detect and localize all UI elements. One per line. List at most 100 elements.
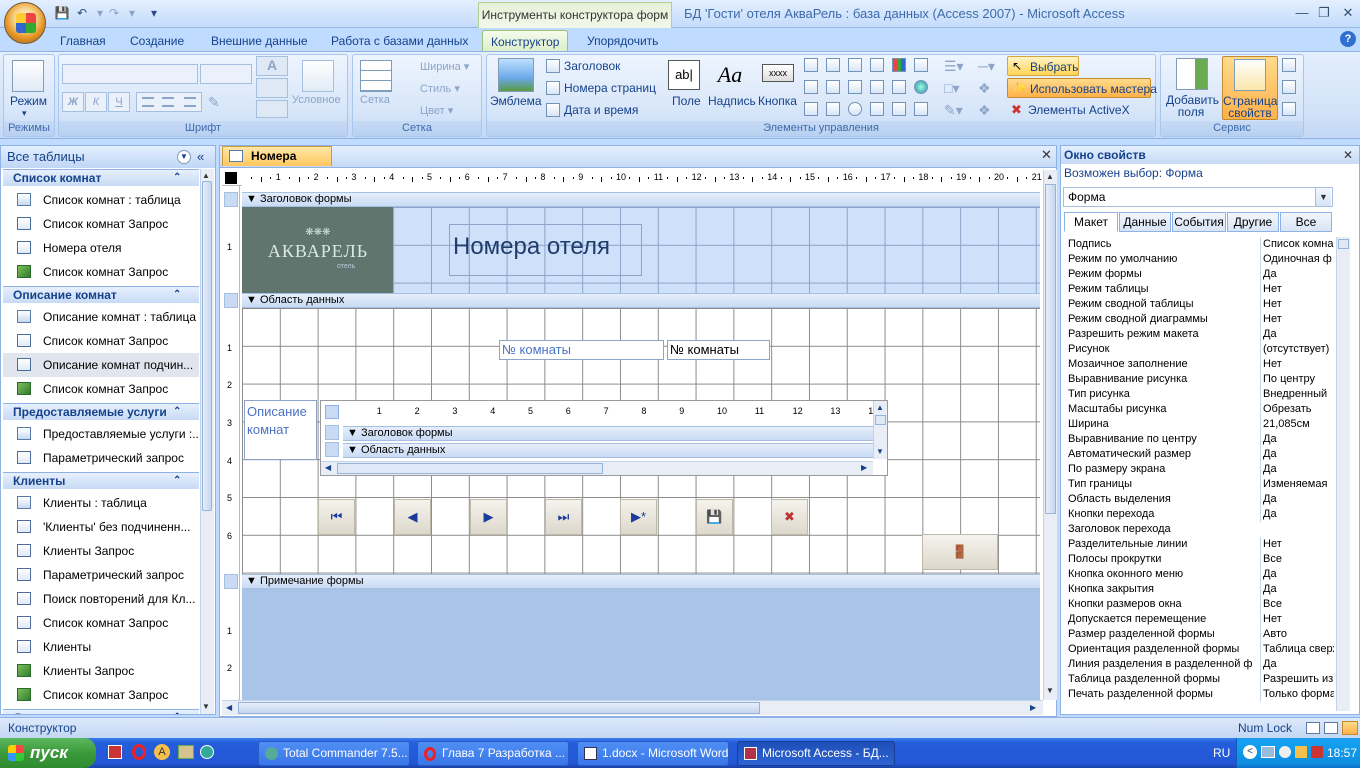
page-numbers-label[interactable]: Номера страниц [564, 81, 656, 95]
nav-group-header[interactable]: Описание комнат ⌃ [3, 286, 199, 303]
prop-tab-events[interactable]: События [1172, 212, 1226, 232]
paperclip-icon[interactable] [914, 102, 928, 116]
property-value[interactable]: Да [1260, 567, 1334, 582]
line-icon[interactable] [826, 58, 840, 72]
property-row[interactable]: По размеру экрана Да [1066, 462, 1334, 477]
nav-scroll-thumb[interactable] [202, 181, 212, 511]
property-row[interactable]: Допускается перемещение Нет [1066, 612, 1334, 627]
nav-group-header[interactable]: Предоставляемые услуги ⌃ [3, 403, 199, 420]
quicklaunch-app-icon[interactable] [108, 745, 122, 759]
nav-item[interactable]: Клиенты : таблица [3, 491, 199, 515]
property-value[interactable]: Да [1260, 462, 1334, 477]
nav-item[interactable]: Список комнат Запрос [3, 377, 199, 401]
help-icon[interactable]: ? [1340, 31, 1356, 47]
nav-item[interactable]: Список комнат Запрос [3, 260, 199, 284]
nav-item[interactable]: Параметрический запрос [3, 563, 199, 587]
header-button-label[interactable]: Заголовок [564, 59, 620, 73]
tab-external-data[interactable]: Внешние данные [203, 30, 316, 52]
property-value[interactable]: Да [1260, 507, 1334, 522]
line-color-icon[interactable] [256, 100, 288, 118]
form-footer-area[interactable] [242, 589, 1040, 700]
align-right-icon[interactable] [184, 97, 196, 107]
collapse-chevron-icon[interactable]: ⌃ [173, 287, 181, 303]
view-dropdown-icon[interactable]: ▾ [22, 108, 27, 119]
property-value[interactable]: Все [1260, 552, 1334, 567]
tab-order-icon[interactable] [1282, 58, 1296, 72]
form-selector[interactable] [225, 172, 237, 184]
start-button[interactable]: пуск [0, 738, 96, 768]
property-value[interactable]: Таблица сверх [1260, 642, 1334, 657]
property-scrollbar[interactable] [1336, 237, 1350, 711]
collapse-chevron-icon[interactable]: ⌃ [173, 710, 181, 714]
gridlines-icon[interactable] [360, 60, 392, 92]
redo-icon[interactable]: ↷ [106, 5, 122, 21]
save-record-button[interactable]: 💾 [696, 499, 733, 535]
button-button-label[interactable]: Кнопка [758, 94, 797, 108]
doc-vscroll-thumb[interactable] [1045, 184, 1056, 514]
font-name-combo[interactable] [62, 64, 198, 84]
page-break-icon[interactable] [914, 58, 928, 72]
field-button-label[interactable]: Поле [672, 94, 701, 108]
font-color-icon[interactable]: A [256, 56, 288, 76]
property-row[interactable]: Подпись Список комна [1066, 237, 1334, 252]
chart-icon[interactable] [892, 58, 906, 72]
nav-item[interactable]: Поиск повторений для Кл... [3, 587, 199, 611]
subform-vscroll-thumb[interactable] [875, 415, 886, 425]
subform-detail-bar[interactable]: ▼ Область данных [343, 443, 873, 458]
property-value[interactable]: Да [1260, 267, 1334, 282]
horizontal-ruler[interactable]: 1 2 3 4 5 6 7 8 9 10 11 12 13 14 15 16 17 18 19 20 21 [222, 170, 1042, 186]
label-button-label[interactable]: Надпись [708, 94, 756, 108]
property-row[interactable]: Режим сводной диаграммы Нет [1066, 312, 1334, 327]
checkbox-icon[interactable] [848, 80, 862, 94]
section-bar-detail[interactable]: ▼ Область данных [242, 293, 1040, 308]
nav-item[interactable]: Описание комнат подчин... [3, 353, 199, 377]
property-value[interactable]: Нет [1260, 612, 1334, 627]
property-value[interactable]: Список комна [1260, 237, 1334, 252]
minimize-icon[interactable]: — [1290, 4, 1314, 22]
doc-hscroll[interactable]: ◀ ▶ [222, 700, 1043, 715]
last-record-button[interactable]: ⏭ [545, 499, 582, 535]
property-value[interactable]: Нет [1260, 297, 1334, 312]
form-view-icon[interactable] [1306, 722, 1320, 734]
prop-tab-all[interactable]: Все [1280, 212, 1332, 232]
tab-control-icon[interactable] [804, 58, 818, 72]
scroll-down-icon[interactable]: ▼ [876, 447, 884, 456]
delete-record-button[interactable]: ✖ [771, 499, 808, 535]
collapse-chevron-icon[interactable]: ⌃ [173, 404, 181, 420]
prop-tab-other[interactable]: Другие [1227, 212, 1279, 232]
property-row[interactable]: Ширина 21,085см [1066, 417, 1334, 432]
combo-box-icon[interactable] [804, 80, 818, 94]
tab-home[interactable]: Главная [52, 30, 114, 52]
layout-view-icon[interactable] [1324, 722, 1338, 734]
property-row[interactable]: Разрешить режим макета Да [1066, 327, 1334, 342]
italic-button[interactable]: К [85, 92, 107, 112]
activex-label[interactable]: Элементы ActiveX [1028, 103, 1130, 117]
task-access[interactable]: Microsoft Access - БД... [737, 741, 895, 766]
nav-item[interactable]: Предоставляемые услуги :... [3, 422, 199, 446]
subform-selector[interactable] [325, 405, 339, 419]
nav-group-header[interactable]: Клиенты ⌃ [3, 472, 199, 489]
property-row[interactable]: Выравнивание рисунка По центру [1066, 372, 1334, 387]
property-row[interactable]: Кнопка оконного меню Да [1066, 567, 1334, 582]
property-row[interactable]: Выравнивание по центру Да [1066, 432, 1334, 447]
new-record-button[interactable]: ▶* [620, 499, 657, 535]
nav-item[interactable]: Клиенты [3, 635, 199, 659]
language-indicator[interactable]: RU [1213, 746, 1230, 760]
prev-record-button[interactable]: ◀ [394, 499, 431, 535]
nav-group-header[interactable]: Данные клиента ⌃ [3, 709, 199, 714]
format-painter-icon[interactable]: ✎ [208, 94, 224, 110]
property-value[interactable]: Да [1260, 492, 1334, 507]
nav-item[interactable]: Номера отеля [3, 236, 199, 260]
property-value[interactable]: Одиночная ф [1260, 252, 1334, 267]
property-row[interactable]: Полосы прокрутки Все [1066, 552, 1334, 567]
gridlines-label[interactable]: Сетка [360, 94, 390, 106]
first-record-button[interactable]: ⏮ [318, 499, 355, 535]
doc-close-icon[interactable]: ✕ [1041, 147, 1052, 163]
toggle-icon[interactable] [870, 58, 884, 72]
line-type-icon[interactable]: ─▾ [978, 58, 995, 75]
property-row[interactable]: Область выделения Да [1066, 492, 1334, 507]
property-row[interactable]: Автоматический размер Да [1066, 447, 1334, 462]
property-row[interactable]: Разделительные линии Нет [1066, 537, 1334, 552]
view-button-label[interactable]: Режим [10, 94, 47, 108]
datetime-label[interactable]: Дата и время [564, 103, 638, 117]
